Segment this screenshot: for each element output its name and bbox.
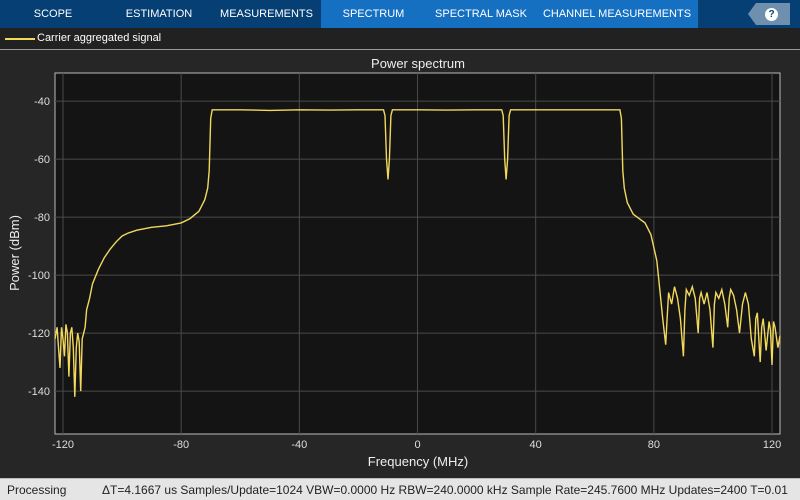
- status-measurements: ΔT=4.1667 us Samples/Update=1024 VBW=0.0…: [102, 483, 788, 497]
- y-tick-label: -40: [34, 96, 50, 108]
- y-tick-label: -100: [28, 270, 50, 282]
- tab-estimation[interactable]: ESTIMATION: [106, 0, 212, 28]
- tab-spectral-mask[interactable]: SPECTRAL MASK: [426, 0, 536, 28]
- chart-title: Power spectrum: [371, 56, 465, 71]
- y-tick-label: -120: [28, 328, 50, 340]
- toolstrip-tabs: SCOPE ESTIMATION MEASUREMENTS SPECTRUM S…: [0, 0, 800, 28]
- legend-line-swatch: [5, 38, 35, 40]
- x-tick-label: 80: [648, 439, 660, 451]
- x-tick-label: 40: [530, 439, 542, 451]
- tab-measurements[interactable]: MEASUREMENTS: [212, 0, 321, 28]
- x-axis-label: Frequency (MHz): [368, 454, 468, 469]
- help-icon: ?: [765, 8, 778, 21]
- help-button[interactable]: ?: [748, 3, 790, 25]
- x-tick-label: -80: [173, 439, 189, 451]
- y-tick-label: -80: [34, 212, 50, 224]
- spectrum-plot: Power spectrum -120 -80 -40 0 40 80 120 -40 -60 -…: [7, 56, 781, 469]
- legend: Carrier aggregated signal: [0, 28, 800, 50]
- x-tick-label: -40: [291, 439, 307, 451]
- y-axis-label: Power (dBm): [7, 215, 22, 291]
- tab-scope[interactable]: SCOPE: [0, 0, 106, 28]
- legend-label[interactable]: Carrier aggregated signal: [37, 32, 161, 44]
- status-state: Processing: [7, 483, 67, 497]
- x-tick-label: 0: [414, 439, 420, 451]
- x-tick-label: 120: [763, 439, 781, 451]
- status-bar: Processing ΔT=4.1667 us Samples/Update=1…: [0, 478, 800, 500]
- x-tick-label: -120: [52, 439, 74, 451]
- tab-channel-measurements[interactable]: CHANNEL MEASUREMENTS: [536, 0, 698, 28]
- y-tick-label: -140: [28, 386, 50, 398]
- tab-spectrum[interactable]: SPECTRUM: [321, 0, 426, 28]
- y-tick-label: -60: [34, 154, 50, 166]
